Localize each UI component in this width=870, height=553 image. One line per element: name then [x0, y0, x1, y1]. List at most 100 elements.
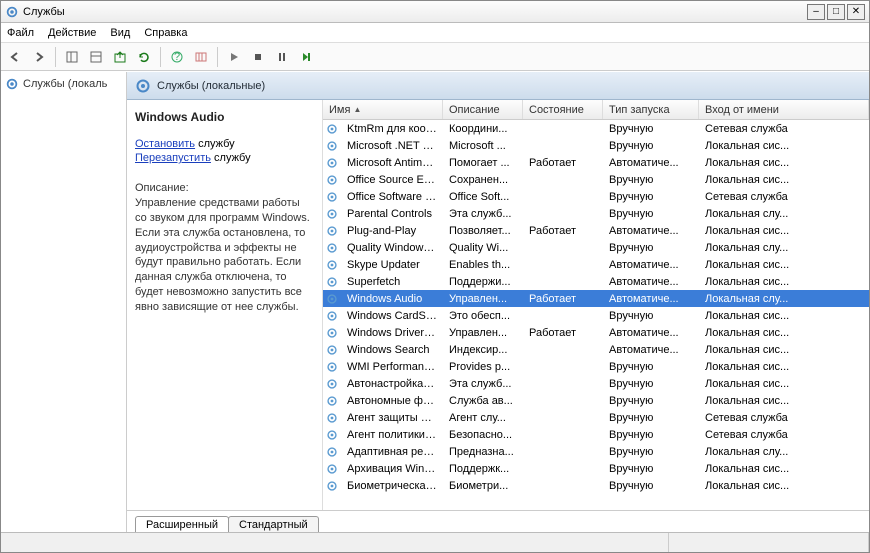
cell-logon: Локальная сис...: [699, 361, 869, 373]
table-row[interactable]: WMI Performance...Provides p...ВручнуюЛо…: [323, 358, 869, 375]
cell-name: Microsoft Antimal...: [341, 157, 443, 169]
content-header: Службы (локальные): [127, 72, 869, 100]
stop-service-button[interactable]: [248, 47, 268, 67]
statusbar: [1, 532, 869, 552]
table-row[interactable]: Биометрическая ...Биометри...ВручнуюЛока…: [323, 477, 869, 494]
cell-description: Это обесп...: [443, 310, 523, 322]
cell-startup: Вручную: [603, 191, 699, 203]
cell-name: Windows Search: [341, 344, 443, 356]
cell-name: Windows CardSpa...: [341, 310, 443, 322]
main-area: Службы (локаль Службы (локальные) Window…: [1, 71, 869, 532]
cell-startup: Автоматиче...: [603, 344, 699, 356]
cell-description: Предназна...: [443, 446, 523, 458]
cell-name: Автономные фай...: [341, 395, 443, 407]
table-row[interactable]: Windows SearchИндексир... Автоматиче...Ло…: [323, 341, 869, 358]
cell-startup: Автоматиче...: [603, 276, 699, 288]
menu-help[interactable]: Справка: [144, 27, 187, 39]
cell-startup: Автоматиче...: [603, 293, 699, 305]
cell-startup: Вручную: [603, 208, 699, 220]
cell-name: Агент политики I...: [341, 429, 443, 441]
cell-name: Microsoft .NET Fr...: [341, 140, 443, 152]
cell-description: Служба ав...: [443, 395, 523, 407]
cell-description: Индексир...: [443, 344, 523, 356]
table-row[interactable]: Microsoft .NET Fr...Microsoft ...Вручную…: [323, 137, 869, 154]
table-row[interactable]: Windows AudioУправлен...РаботаетАвтомати…: [323, 290, 869, 307]
table-row[interactable]: Microsoft Antimal...Помогает ...Работает…: [323, 154, 869, 171]
cell-description: Помогает ...: [443, 157, 523, 169]
toolbar: ?: [1, 43, 869, 71]
cell-startup: Автоматиче...: [603, 327, 699, 339]
gear-icon: [323, 479, 341, 493]
status-left: [1, 533, 669, 552]
table-row[interactable]: Office Software Pr...Office Soft...Вручн…: [323, 188, 869, 205]
table-row[interactable]: Parental ControlsЭта служб...ВручнуюЛока…: [323, 205, 869, 222]
cell-startup: Вручную: [603, 242, 699, 254]
properties-button[interactable]: [86, 47, 106, 67]
table-row[interactable]: Автономные фай...Служба ав...ВручнуюЛока…: [323, 392, 869, 409]
tab-standard[interactable]: Стандартный: [228, 516, 319, 532]
table-row[interactable]: Skype UpdaterEnables th...Автоматиче...Л…: [323, 256, 869, 273]
table-row[interactable]: KtmRm для коор...Координи...ВручнуюСетев…: [323, 120, 869, 137]
table-row[interactable]: Windows Driver F...Управлен...РаботаетАв…: [323, 324, 869, 341]
table-row[interactable]: Агент защиты сет...Агент слу...ВручнуюСе…: [323, 409, 869, 426]
cell-description: Enables th...: [443, 259, 523, 271]
cell-logon: Локальная сис...: [699, 174, 869, 186]
table-row[interactable]: Plug-and-PlayПозволяет...РаботаетАвтомат…: [323, 222, 869, 239]
close-button[interactable]: ✕: [847, 4, 865, 20]
menu-view[interactable]: Вид: [110, 27, 130, 39]
cell-description: Координи...: [443, 123, 523, 135]
table-row[interactable]: Адаптивная регу...Предназна...ВручнуюЛок…: [323, 443, 869, 460]
selected-service-name: Windows Audio: [135, 110, 312, 124]
menubar: Файл Действие Вид Справка: [1, 23, 869, 43]
table-row[interactable]: Агент политики I...Безопасно...ВручнуюСе…: [323, 426, 869, 443]
table-row[interactable]: Автонастройка W...Эта служб...ВручнуюЛок…: [323, 375, 869, 392]
stop-service-link[interactable]: Остановить: [135, 138, 195, 150]
col-description[interactable]: Описание: [443, 100, 523, 119]
cell-logon: Локальная сис...: [699, 310, 869, 322]
cell-name: Superfetch: [341, 276, 443, 288]
col-startup-type[interactable]: Тип запуска: [603, 100, 699, 119]
table-row[interactable]: Архивация Windo...Поддержк...ВручнуюЛока…: [323, 460, 869, 477]
help-button[interactable]: ?: [167, 47, 187, 67]
cell-name: Биометрическая ...: [341, 480, 443, 492]
table-row[interactable]: Quality Windows ...Quality Wi...ВручнуюЛ…: [323, 239, 869, 256]
col-state[interactable]: Состояние: [523, 100, 603, 119]
cell-logon: Локальная сис...: [699, 344, 869, 356]
table-row[interactable]: Office Source Eng...Сохранен...ВручнуюЛо…: [323, 171, 869, 188]
col-logon-as[interactable]: Вход от имени: [699, 100, 869, 119]
restart-service-link[interactable]: Перезапустить: [135, 152, 211, 164]
restart-service-button[interactable]: [296, 47, 316, 67]
cell-startup: Вручную: [603, 480, 699, 492]
minimize-button[interactable]: –: [807, 4, 825, 20]
window-title: Службы: [23, 6, 807, 18]
cell-description: Эта служб...: [443, 378, 523, 390]
cell-name: Агент защиты сет...: [341, 412, 443, 424]
col-name[interactable]: Имя ▲: [323, 100, 443, 119]
back-button[interactable]: [5, 47, 25, 67]
titlebar: Службы – □ ✕: [1, 1, 869, 23]
cell-state: Работает: [523, 293, 603, 305]
table-row[interactable]: SuperfetchПоддержи...Автоматиче...Локаль…: [323, 273, 869, 290]
cell-logon: Сетевая служба: [699, 123, 869, 135]
table-row[interactable]: Windows CardSpa...Это обесп...ВручнуюЛок…: [323, 307, 869, 324]
export-button[interactable]: [110, 47, 130, 67]
menu-file[interactable]: Файл: [7, 27, 34, 39]
refresh-button[interactable]: [134, 47, 154, 67]
forward-button[interactable]: [29, 47, 49, 67]
tree-root-item[interactable]: Службы (локаль: [3, 76, 124, 92]
rows-container[interactable]: KtmRm для коор...Координи...ВручнуюСетев…: [323, 120, 869, 510]
menu-action[interactable]: Действие: [48, 27, 96, 39]
show-hide-button[interactable]: [62, 47, 82, 67]
columns-button[interactable]: [191, 47, 211, 67]
cell-logon: Локальная сис...: [699, 140, 869, 152]
tab-extended[interactable]: Расширенный: [135, 516, 229, 532]
gear-icon: [323, 173, 341, 187]
gear-icon: [323, 241, 341, 255]
gear-icon: [323, 258, 341, 272]
cell-name: Адаптивная регу...: [341, 446, 443, 458]
start-service-button[interactable]: [224, 47, 244, 67]
pause-service-button[interactable]: [272, 47, 292, 67]
cell-logon: Локальная сис...: [699, 259, 869, 271]
view-tabs: Расширенный Стандартный: [127, 510, 869, 532]
maximize-button[interactable]: □: [827, 4, 845, 20]
